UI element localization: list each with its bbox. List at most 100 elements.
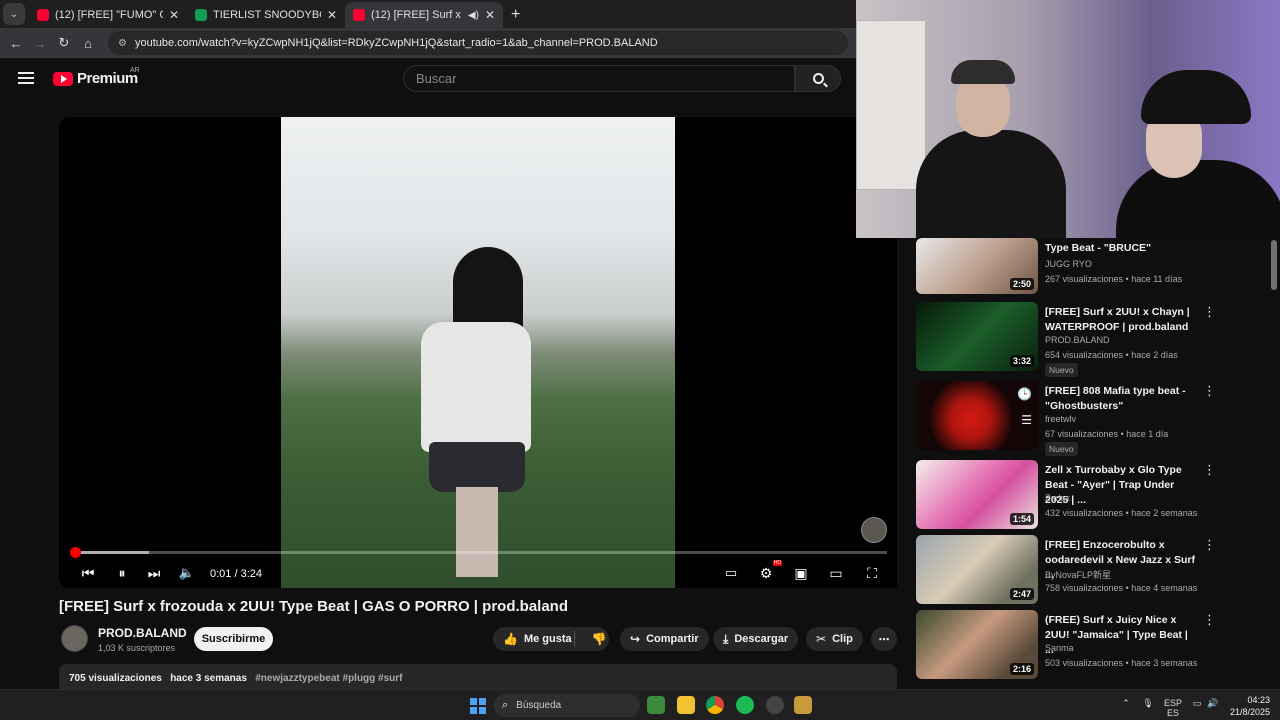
pause-icon[interactable]: ⏸ — [113, 563, 131, 583]
minecraft-app-icon[interactable] — [647, 696, 665, 714]
channel-avatar[interactable] — [61, 625, 88, 652]
obs-icon[interactable] — [766, 696, 784, 714]
more-actions-button[interactable]: ⋯ — [871, 627, 897, 651]
video-thumbnail[interactable]: 2:16 — [916, 610, 1038, 679]
channel-watermark-avatar[interactable] — [861, 517, 887, 543]
video-thumbnail[interactable]: 🕒 ☰ — [916, 381, 1038, 450]
reload-icon[interactable]: ↻ — [54, 33, 74, 53]
back-arrow-icon[interactable]: ← — [6, 33, 26, 53]
volume-icon[interactable]: 🔈 — [178, 563, 196, 583]
rec-channel[interactable]: JUGG RYO — [1045, 259, 1092, 269]
video-thumbnail[interactable]: 2:50 — [916, 238, 1038, 294]
list-item[interactable]: 1:54 Zell x Turrobaby x Glo Type Beat - … — [916, 460, 1216, 530]
share-button[interactable]: ↪ Compartir — [620, 627, 709, 651]
like-divider — [574, 631, 575, 647]
rec-channel[interactable]: freetwlv — [1045, 414, 1076, 424]
tray-chevron-up-icon[interactable]: ⌃ — [1120, 698, 1132, 708]
tab-close-icon[interactable]: ✕ — [327, 8, 337, 22]
thumbs-down-icon[interactable]: 👎 — [592, 632, 607, 646]
subtitles-icon[interactable]: ▭ — [721, 563, 741, 583]
tab-title: TIERLIST SNOODYBOO - Hojas — [213, 9, 321, 21]
more-vertical-icon[interactable]: ⋮ — [1203, 305, 1216, 318]
list-item[interactable]: 2:16 (FREE) Surf x Juicy Nice x 2UU! "Ja… — [916, 610, 1216, 680]
chrome-icon[interactable] — [706, 696, 724, 714]
previous-icon[interactable]: ⏮ — [79, 563, 97, 583]
next-icon[interactable]: ⏭ — [145, 563, 163, 583]
rec-channel[interactable]: Zadax — [1045, 493, 1070, 503]
theater-mode-icon[interactable]: ▭ — [826, 563, 846, 583]
windows-start-icon[interactable] — [470, 698, 486, 714]
rec-channel[interactable]: Sanma — [1045, 643, 1074, 653]
list-item[interactable]: 3:32 [FREE] Surf x 2UU! x Chayn | WATERP… — [916, 302, 1216, 377]
browser-tab-3[interactable]: (12) [FREE] Surf x frozouda ◀) ✕ — [345, 2, 503, 28]
tab-search-chevron-icon[interactable]: ⌄ — [3, 3, 25, 25]
taskbar-search-input[interactable]: ⌕ Búsqueda — [494, 694, 640, 717]
new-tab-plus-icon[interactable]: + — [511, 6, 520, 24]
video-frame[interactable] — [281, 117, 675, 588]
subscribe-button[interactable]: Suscribirme — [194, 627, 273, 651]
video-player[interactable]: ⏮ ⏸ ⏭ 🔈 0:01 / 3:24 ▭ ⚙ HD ▣ ▭ ⛶ — [59, 117, 897, 588]
miniplayer-icon[interactable]: ▣ — [791, 563, 811, 583]
list-item[interactable]: 2:47 [FREE] Enzocerobulto x oodaredevil … — [916, 535, 1216, 605]
thumbs-up-icon[interactable]: 👍 — [503, 632, 518, 646]
file-explorer-icon[interactable] — [677, 696, 695, 714]
logo-text: Premium — [77, 70, 138, 87]
search-input[interactable]: Buscar — [403, 65, 795, 92]
search-button[interactable] — [795, 65, 841, 92]
hashtags[interactable]: #newjazztypebeat #plugg #surf — [255, 673, 402, 684]
add-to-queue-icon[interactable]: ☰ — [1021, 413, 1032, 427]
tab-close-icon[interactable]: ✕ — [485, 8, 495, 22]
windows-taskbar: ⌕ Búsqueda ⌃ 🎙 ESP ES ▭ 🔊 04:23 21/8/202… — [0, 689, 1280, 720]
sidebar-scrollbar-thumb[interactable] — [1271, 240, 1277, 290]
spotify-icon[interactable] — [736, 696, 754, 714]
language-indicator[interactable]: ESP ES — [1162, 698, 1184, 718]
like-button-label[interactable]: Me gusta — [524, 633, 572, 645]
more-vertical-icon[interactable]: ⋮ — [1203, 538, 1216, 551]
rec-title[interactable]: Type Beat - "BRUCE" — [1045, 241, 1197, 256]
more-vertical-icon[interactable]: ⋮ — [1203, 613, 1216, 626]
video-thumbnail[interactable]: 3:32 — [916, 302, 1038, 371]
taskbar-clock[interactable]: 04:23 21/8/2025 — [1222, 694, 1270, 718]
list-item[interactable]: 2:50 Type Beat - "BRUCE" JUGG RYO 267 vi… — [916, 238, 1216, 308]
download-icon: ⤓ — [723, 631, 729, 646]
menu-hamburger-icon[interactable] — [18, 72, 34, 84]
country-code: AR — [130, 67, 140, 74]
address-bar[interactable]: ⚙ youtube.com/watch?v=kyZCwpNH1jQ&list=R… — [108, 31, 848, 55]
more-vertical-icon[interactable]: ⋮ — [1203, 384, 1216, 397]
speaker-icon[interactable]: ◀) — [468, 10, 479, 21]
video-thumbnail[interactable]: 1:54 — [916, 460, 1038, 529]
app-icon[interactable] — [794, 696, 812, 714]
site-settings-icon[interactable]: ⚙ — [118, 38, 127, 49]
share-arrow-icon: ↪ — [630, 632, 641, 646]
fullscreen-icon[interactable]: ⛶ — [862, 563, 882, 583]
forward-arrow-icon[interactable]: → — [30, 33, 50, 53]
rec-title[interactable]: [FREE] 808 Mafia type beat - "Ghostbuste… — [1045, 384, 1197, 414]
microphone-icon[interactable]: 🎙 — [1142, 698, 1154, 708]
duration-badge: 3:32 — [1009, 355, 1034, 367]
volume-icon[interactable]: 🔊 — [1206, 698, 1220, 708]
list-item[interactable]: 🕒 ☰ [FREE] 808 Mafia type beat - "Ghostb… — [916, 381, 1216, 456]
channel-name[interactable]: PROD.BALAND — [98, 626, 187, 640]
rec-title[interactable]: [FREE] Surf x 2UU! x Chayn | WATERPROOF … — [1045, 305, 1197, 335]
settings-gear-icon[interactable]: ⚙ HD — [756, 560, 782, 583]
tab-title: (12) [FREE] Surf x frozouda — [371, 9, 462, 21]
browser-toolbar: ← → ↻ ⌂ ⚙ youtube.com/watch?v=kyZCwpNH1j… — [0, 28, 856, 58]
webcam-person-right-shirt — [1116, 160, 1280, 238]
youtube-premium-logo[interactable]: Premium AR — [53, 67, 140, 87]
watch-later-clock-icon[interactable]: 🕒 — [1017, 387, 1032, 401]
video-thumbnail[interactable]: 2:47 — [916, 535, 1038, 604]
network-icon[interactable]: ▭ — [1190, 698, 1204, 708]
view-count: 705 visualizaciones — [69, 673, 162, 684]
more-vertical-icon[interactable]: ⋮ — [1203, 463, 1216, 476]
tab-close-icon[interactable]: ✕ — [169, 8, 179, 22]
rec-channel[interactable]: PROD.BALAND — [1045, 335, 1110, 345]
progress-bar[interactable] — [69, 547, 887, 558]
clip-button[interactable]: ✂ Clip — [806, 627, 863, 651]
webcam-person-left-shirt — [916, 130, 1066, 238]
progress-scrubber-handle[interactable] — [69, 547, 81, 558]
home-icon[interactable]: ⌂ — [78, 33, 98, 53]
download-button[interactable]: ⤓ Descargar — [713, 627, 799, 651]
browser-tab-1[interactable]: (12) [FREE] "FUMO" Clúster x Fr ✕ — [29, 2, 187, 28]
rec-channel[interactable]: ByNovaFLP新星 — [1045, 568, 1111, 581]
browser-tab-2[interactable]: TIERLIST SNOODYBOO - Hojas ✕ — [187, 2, 345, 28]
